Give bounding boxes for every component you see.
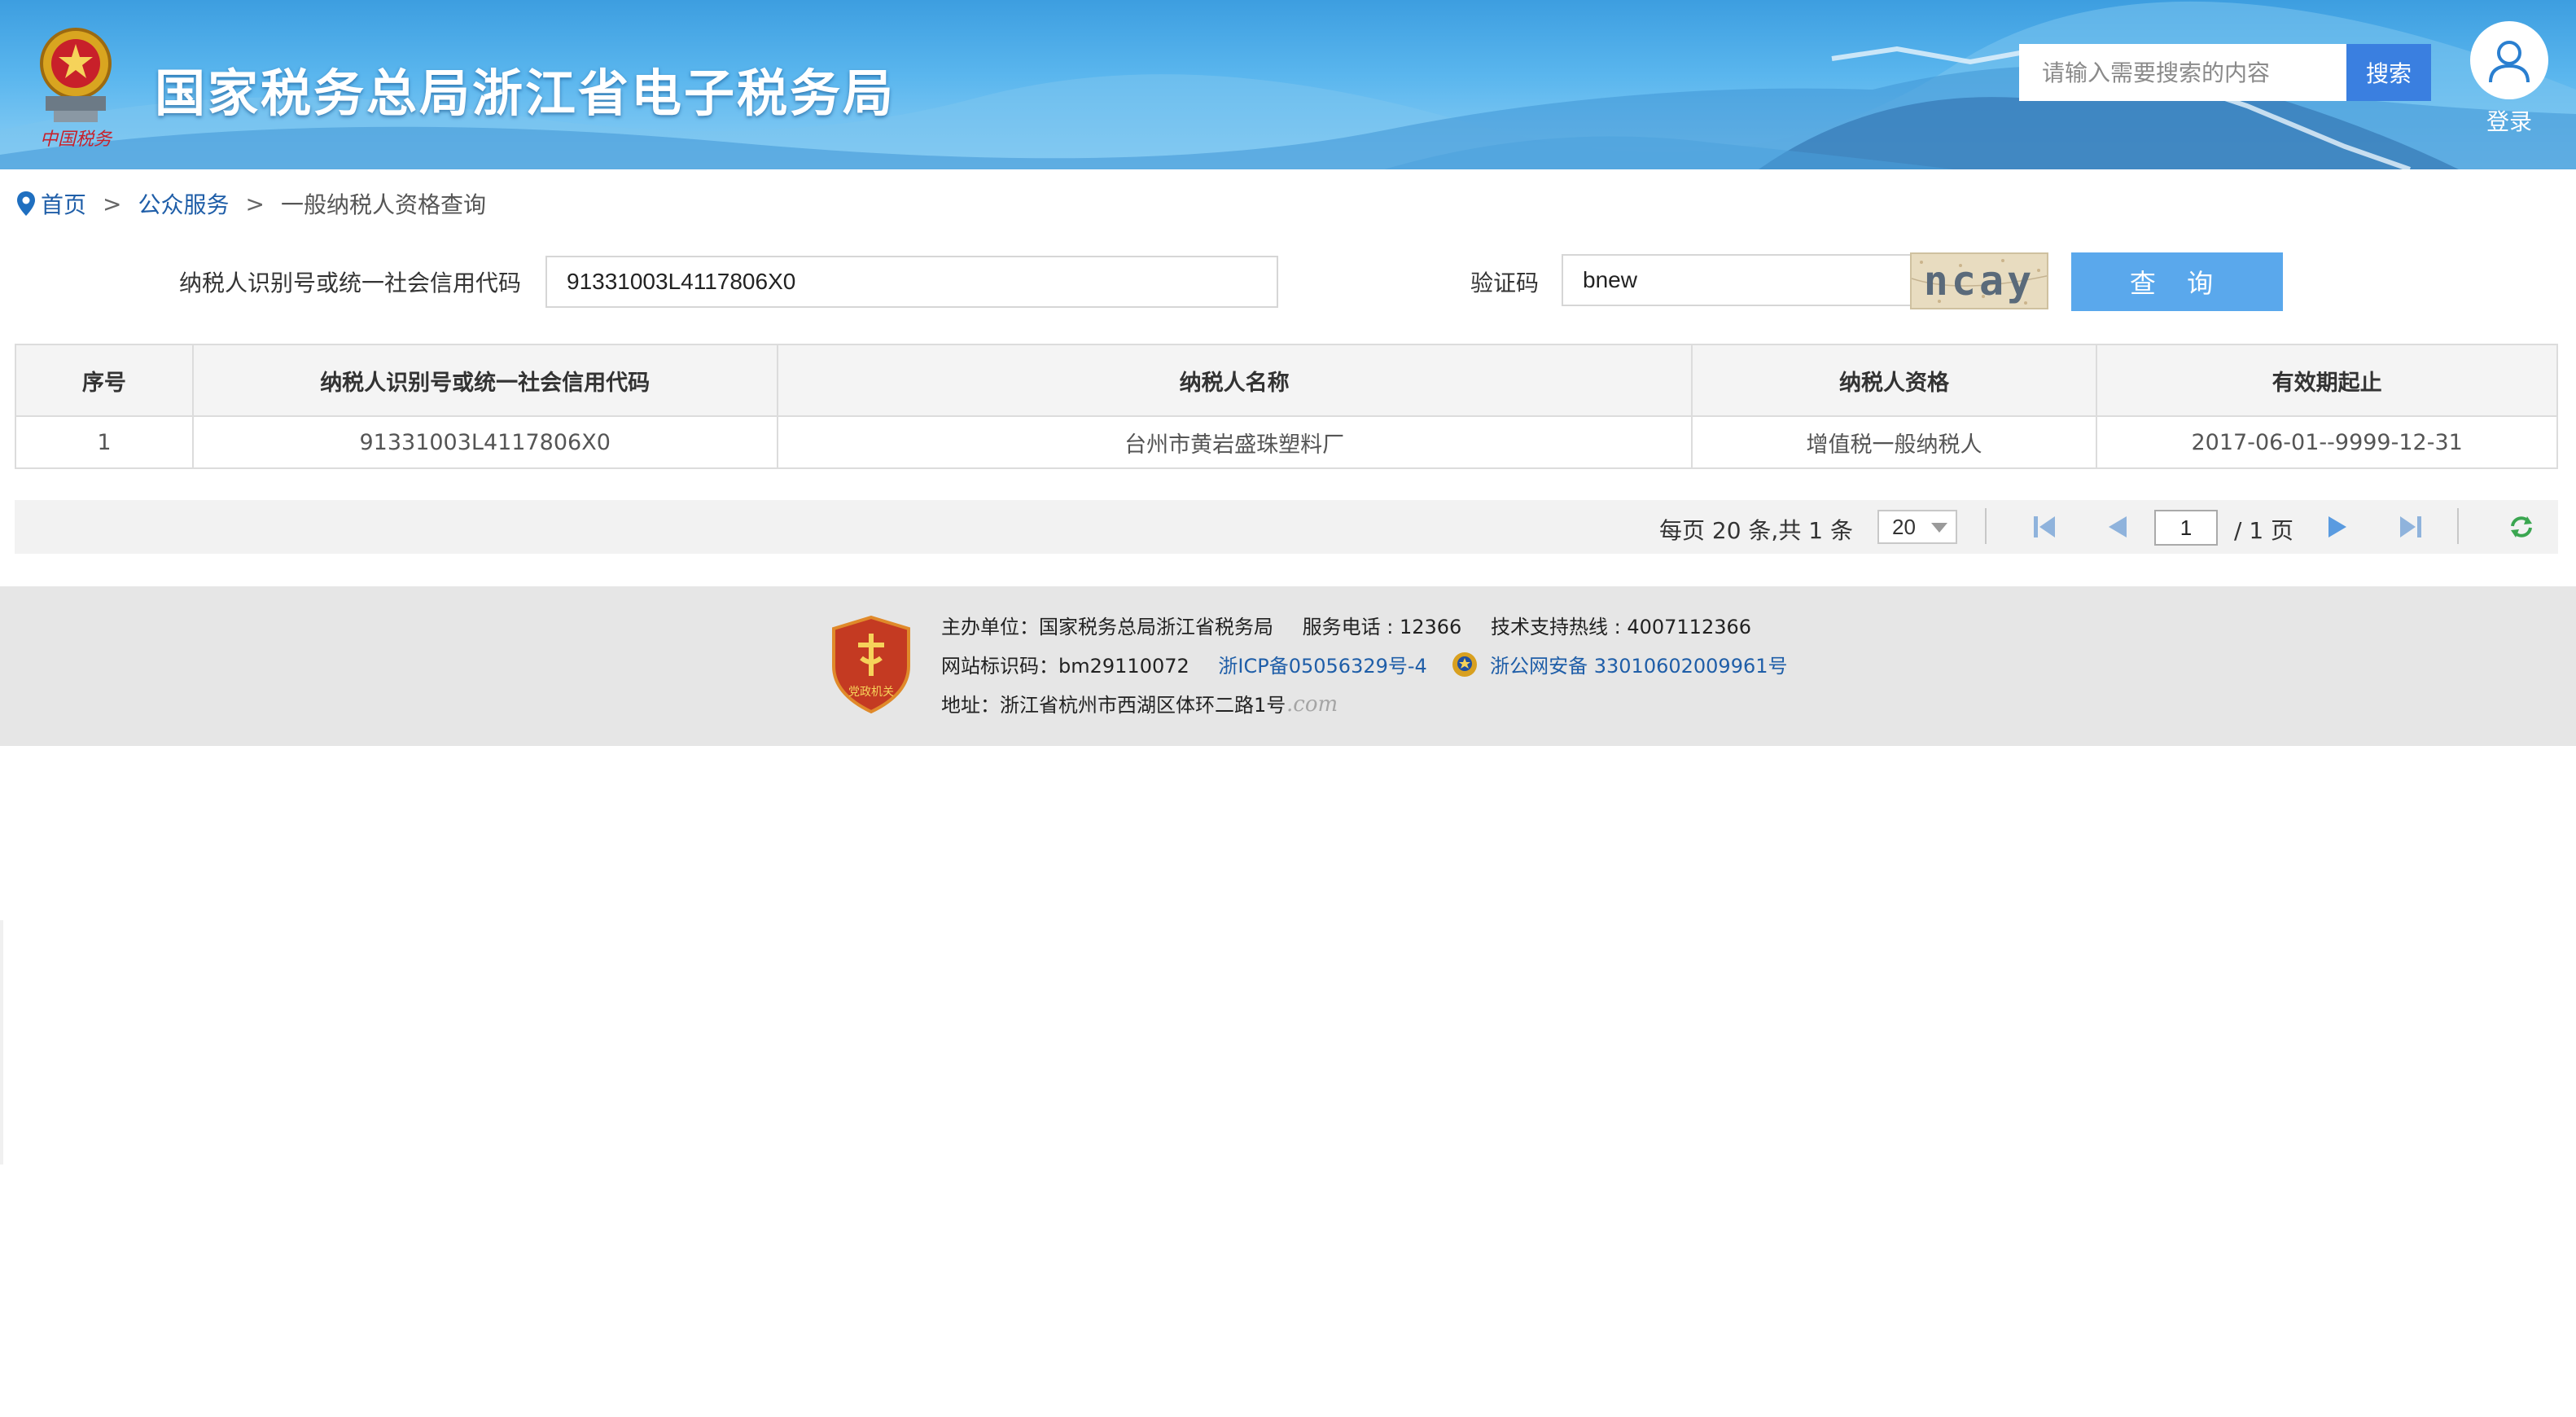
page-size-select[interactable]: 20 [1877,510,1957,544]
last-page-icon[interactable] [2397,513,2425,541]
previous-page-icon[interactable] [2104,513,2131,541]
pager-divider [1985,508,1987,544]
footer-line-records: 网站标识码：bm29110072 浙ICP备05056329号-4 浙公网安备 … [941,650,1788,683]
footer-icp-link[interactable]: 浙ICP备05056329号-4 [1218,655,1426,678]
total-pages-label: / 1 页 [2234,517,2294,544]
captcha-label: 验证码 [1470,270,1540,296]
pagination-summary: 每页 20 条,共 1 条 [1659,517,1853,544]
breadcrumb-current-page: 一般纳税人资格查询 [280,191,486,218]
breadcrumb-separator: > [103,190,122,217]
svg-text:党政机关: 党政机关 [848,686,894,699]
breadcrumb-public-service-link[interactable]: 公众服务 [138,187,229,220]
taxpayer-id-label: 纳税人识别号或统一社会信用代码 [179,270,522,296]
results-table: 序号 纳税人识别号或统一社会信用代码 纳税人名称 纳税人资格 有效期起止 1 9… [15,344,2558,469]
taxpayer-id-input[interactable] [545,256,1278,308]
site-search-button[interactable]: 搜索 [2346,44,2431,101]
next-page-icon[interactable] [2324,513,2351,541]
cell-validity-period: 2017-06-01--9999-12-31 [2096,415,2558,469]
page-size-value[interactable]: 20 [1892,515,1916,540]
pager-divider [2457,508,2459,544]
government-site-badge-icon[interactable]: 党政机关 [830,615,912,714]
breadcrumb-home-link[interactable]: 首页 [41,187,86,220]
site-search-input[interactable] [2019,44,2346,101]
location-pin-icon [16,191,36,217]
column-header-qualification: 纳税人资格 [1690,344,2098,417]
column-header-taxpayer-id: 纳税人识别号或统一社会信用代码 [191,344,778,417]
footer-support-hotline: 技术支持热线 : 4007112366 [1490,616,1752,638]
query-button[interactable]: 查 询 [2071,252,2283,311]
site-header: 中国税务 国家税务总局浙江省电子税务局 搜索 登录 [0,0,2576,169]
footer-address: 地址：浙江省杭州市西湖区体环二路1号 [941,694,1286,717]
column-header-validity-period: 有效期起止 [2096,344,2558,417]
police-badge-icon [1451,651,1479,683]
table-row: 1 91331003L4117806X0 台州市黄岩盛珠塑料厂 增值税一般纳税人… [15,415,2558,469]
refresh-icon[interactable] [2508,513,2535,541]
pagination-bar: 每页 20 条,共 1 条 20 / 1 页 [15,500,2558,554]
cell-taxpayer-name: 台州市黄岩盛珠塑料厂 [776,415,1693,469]
cell-taxpayer-id: 91331003L4117806X0 [191,415,778,469]
column-header-taxpayer-name: 纳税人名称 [776,344,1693,417]
captcha-input[interactable] [1562,254,1912,306]
site-footer: 党政机关 主办单位：国家税务总局浙江省税务局 服务电话 : 12366 技术支持… [0,586,2576,746]
footer-police-record-link[interactable]: 浙公网安备 33010602009961号 [1490,655,1787,678]
footer-line-address: 地址：浙江省杭州市西湖区体环二路1号 [941,689,1286,717]
footer-host: 主办单位：国家税务总局浙江省税务局 [941,616,1273,638]
footer-service-phone: 服务电话 : 12366 [1302,616,1462,638]
cell-index: 1 [15,415,194,469]
captcha-image[interactable]: ncay [1910,252,2048,309]
breadcrumb: 首页 > 公众服务 > 一般纳税人资格查询 [16,187,486,220]
watermark-text: .com [1286,692,1338,717]
table-header-row: 序号 纳税人识别号或统一社会信用代码 纳税人名称 纳税人资格 有效期起止 [15,344,2558,417]
svg-text:中国税务: 中国税务 [40,129,113,150]
footer-line-host: 主办单位：国家税务总局浙江省税务局 服务电话 : 12366 技术支持热线 : … [941,611,1751,639]
first-page-icon[interactable] [2031,513,2058,541]
user-icon[interactable] [2470,21,2548,99]
login-label[interactable]: 登录 [2467,104,2552,137]
chevron-down-icon[interactable] [1931,523,1947,533]
breadcrumb-separator: > [245,190,265,217]
current-page-input[interactable] [2154,510,2218,546]
tax-emblem-logo: 中国税务 [24,15,127,151]
captcha-text: ncay [1923,257,2035,305]
column-header-index: 序号 [15,344,194,417]
page-edge-strip [0,920,3,1165]
site-title: 国家税务总局浙江省电子税务局 [155,64,896,123]
cell-qualification: 增值税一般纳税人 [1690,415,2098,469]
footer-site-id: 网站标识码：bm29110072 [941,655,1189,678]
login-button[interactable]: 登录 [2467,21,2552,137]
